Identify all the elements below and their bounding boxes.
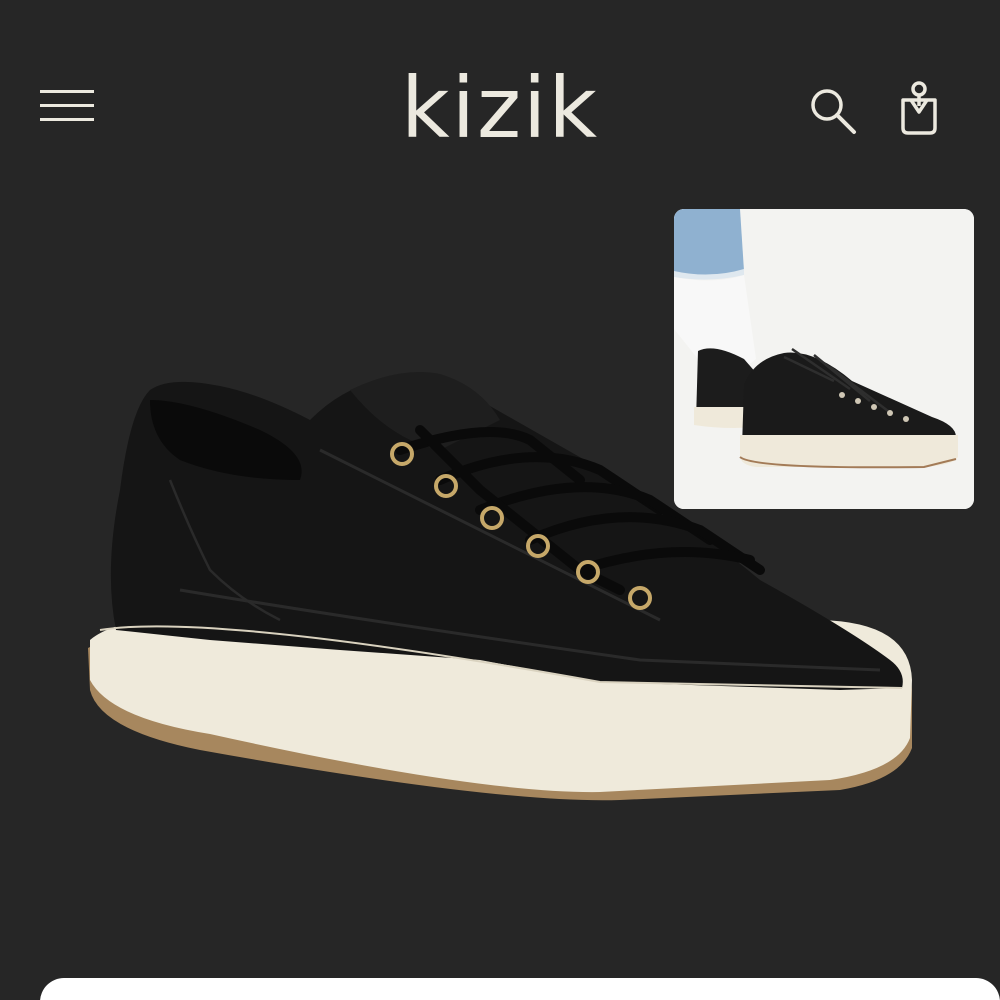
- bottom-sheet[interactable]: [40, 978, 1000, 1000]
- product-main-image: [60, 330, 940, 830]
- search-icon: [811, 89, 856, 134]
- site-header: kizik: [0, 0, 1000, 210]
- shopping-bag-icon: [901, 81, 937, 135]
- product-screen: kizik: [0, 0, 1000, 1000]
- black-leather-sneaker: [88, 372, 912, 801]
- brand-logo[interactable]: kizik: [300, 58, 700, 158]
- menu-button[interactable]: [40, 88, 94, 124]
- cart-button[interactable]: [893, 76, 945, 138]
- search-button[interactable]: [806, 84, 860, 138]
- hamburger-menu-icon: [40, 90, 94, 121]
